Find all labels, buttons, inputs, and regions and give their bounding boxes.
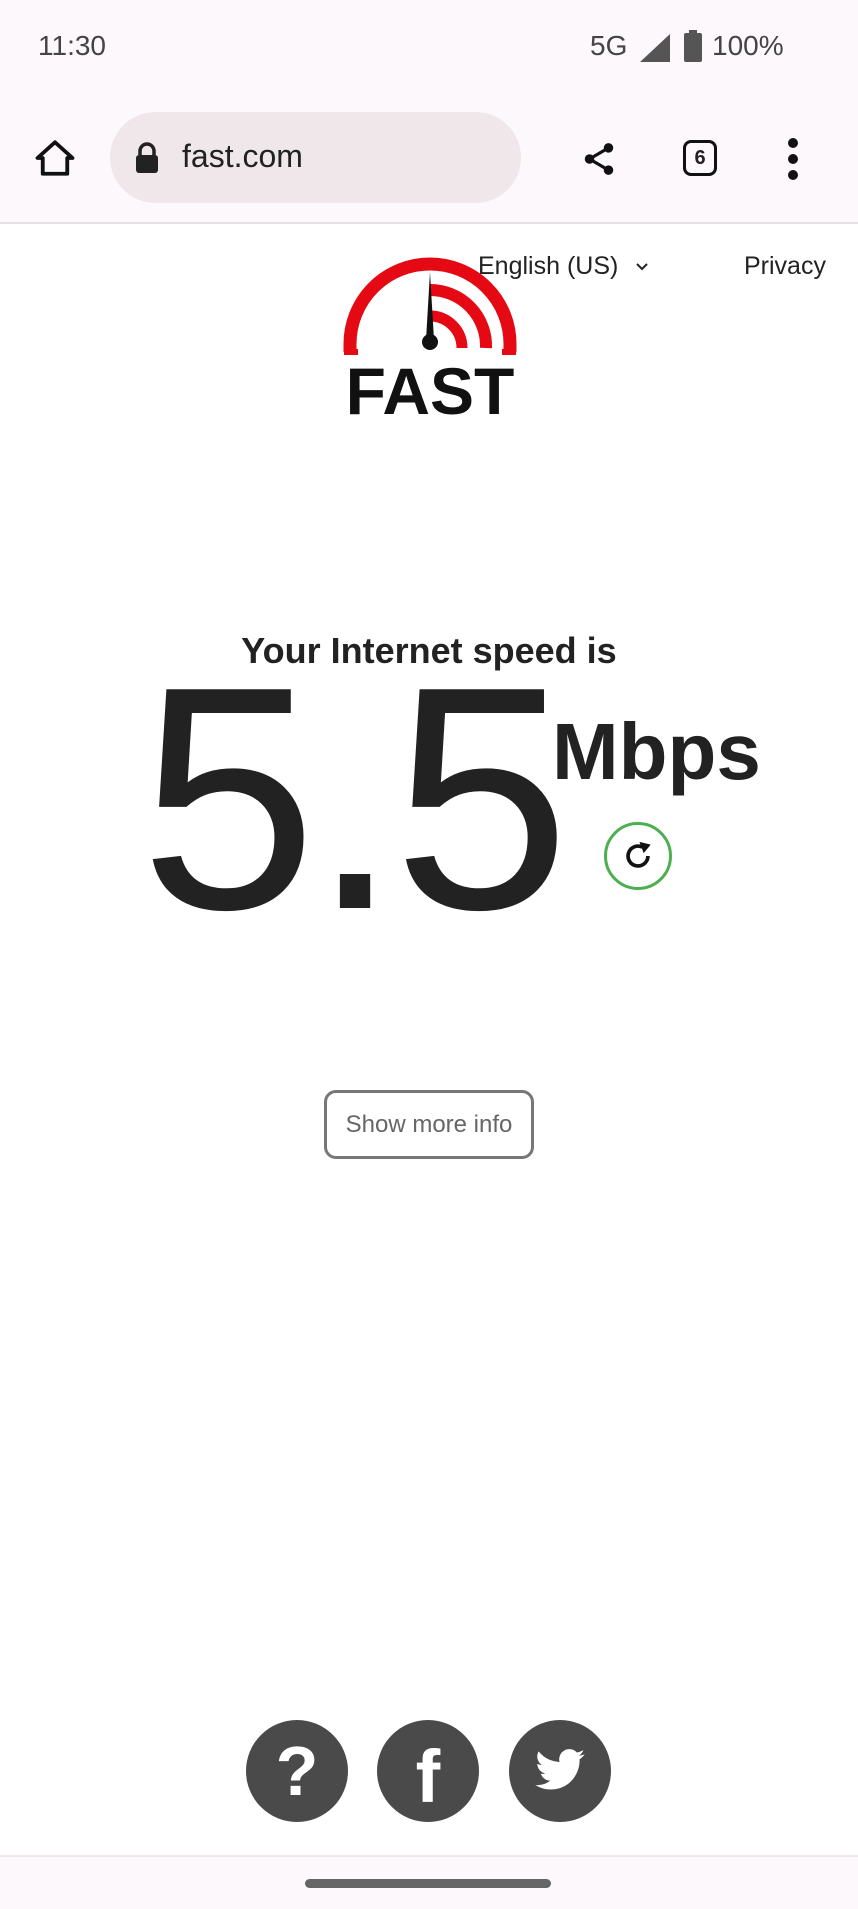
battery-icon xyxy=(684,30,702,62)
privacy-link[interactable]: Privacy xyxy=(744,252,826,281)
speed-units: Mbps xyxy=(552,707,761,796)
fast-logo: FAST xyxy=(343,257,517,420)
tabs-button[interactable]: 6 xyxy=(683,140,717,176)
status-battery: 100% xyxy=(712,30,784,61)
facebook-button[interactable]: f xyxy=(377,1720,479,1822)
status-bar: 11:30 5G 100% xyxy=(0,0,858,100)
refresh-icon xyxy=(626,841,651,868)
speed-value: 5.5 xyxy=(140,621,570,976)
address-bar[interactable]: fast.com xyxy=(110,112,521,203)
tab-count: 6 xyxy=(694,146,706,169)
gesture-handle[interactable] xyxy=(305,1879,551,1888)
share-icon[interactable] xyxy=(580,138,618,180)
status-time: 11:30 xyxy=(38,30,106,61)
url-text: fast.com xyxy=(182,138,303,174)
help-button[interactable]: ? xyxy=(246,1720,348,1822)
help-icon: ? xyxy=(275,1732,319,1810)
show-more-info-button[interactable]: Show more info xyxy=(324,1090,534,1159)
twitter-icon xyxy=(535,1749,585,1790)
navigation-bar xyxy=(0,1855,858,1909)
facebook-icon: f xyxy=(415,1734,441,1818)
chevron-down-icon xyxy=(636,263,648,271)
more-vert-icon[interactable] xyxy=(784,136,802,182)
browser-toolbar: fast.com 6 xyxy=(0,100,858,224)
refresh-button[interactable] xyxy=(604,822,672,890)
home-icon[interactable] xyxy=(34,137,76,179)
status-network: 5G xyxy=(590,30,628,61)
twitter-button[interactable] xyxy=(509,1720,611,1822)
svg-text:FAST: FAST xyxy=(346,354,515,420)
lock-icon xyxy=(136,142,158,173)
signal-icon xyxy=(640,34,670,62)
